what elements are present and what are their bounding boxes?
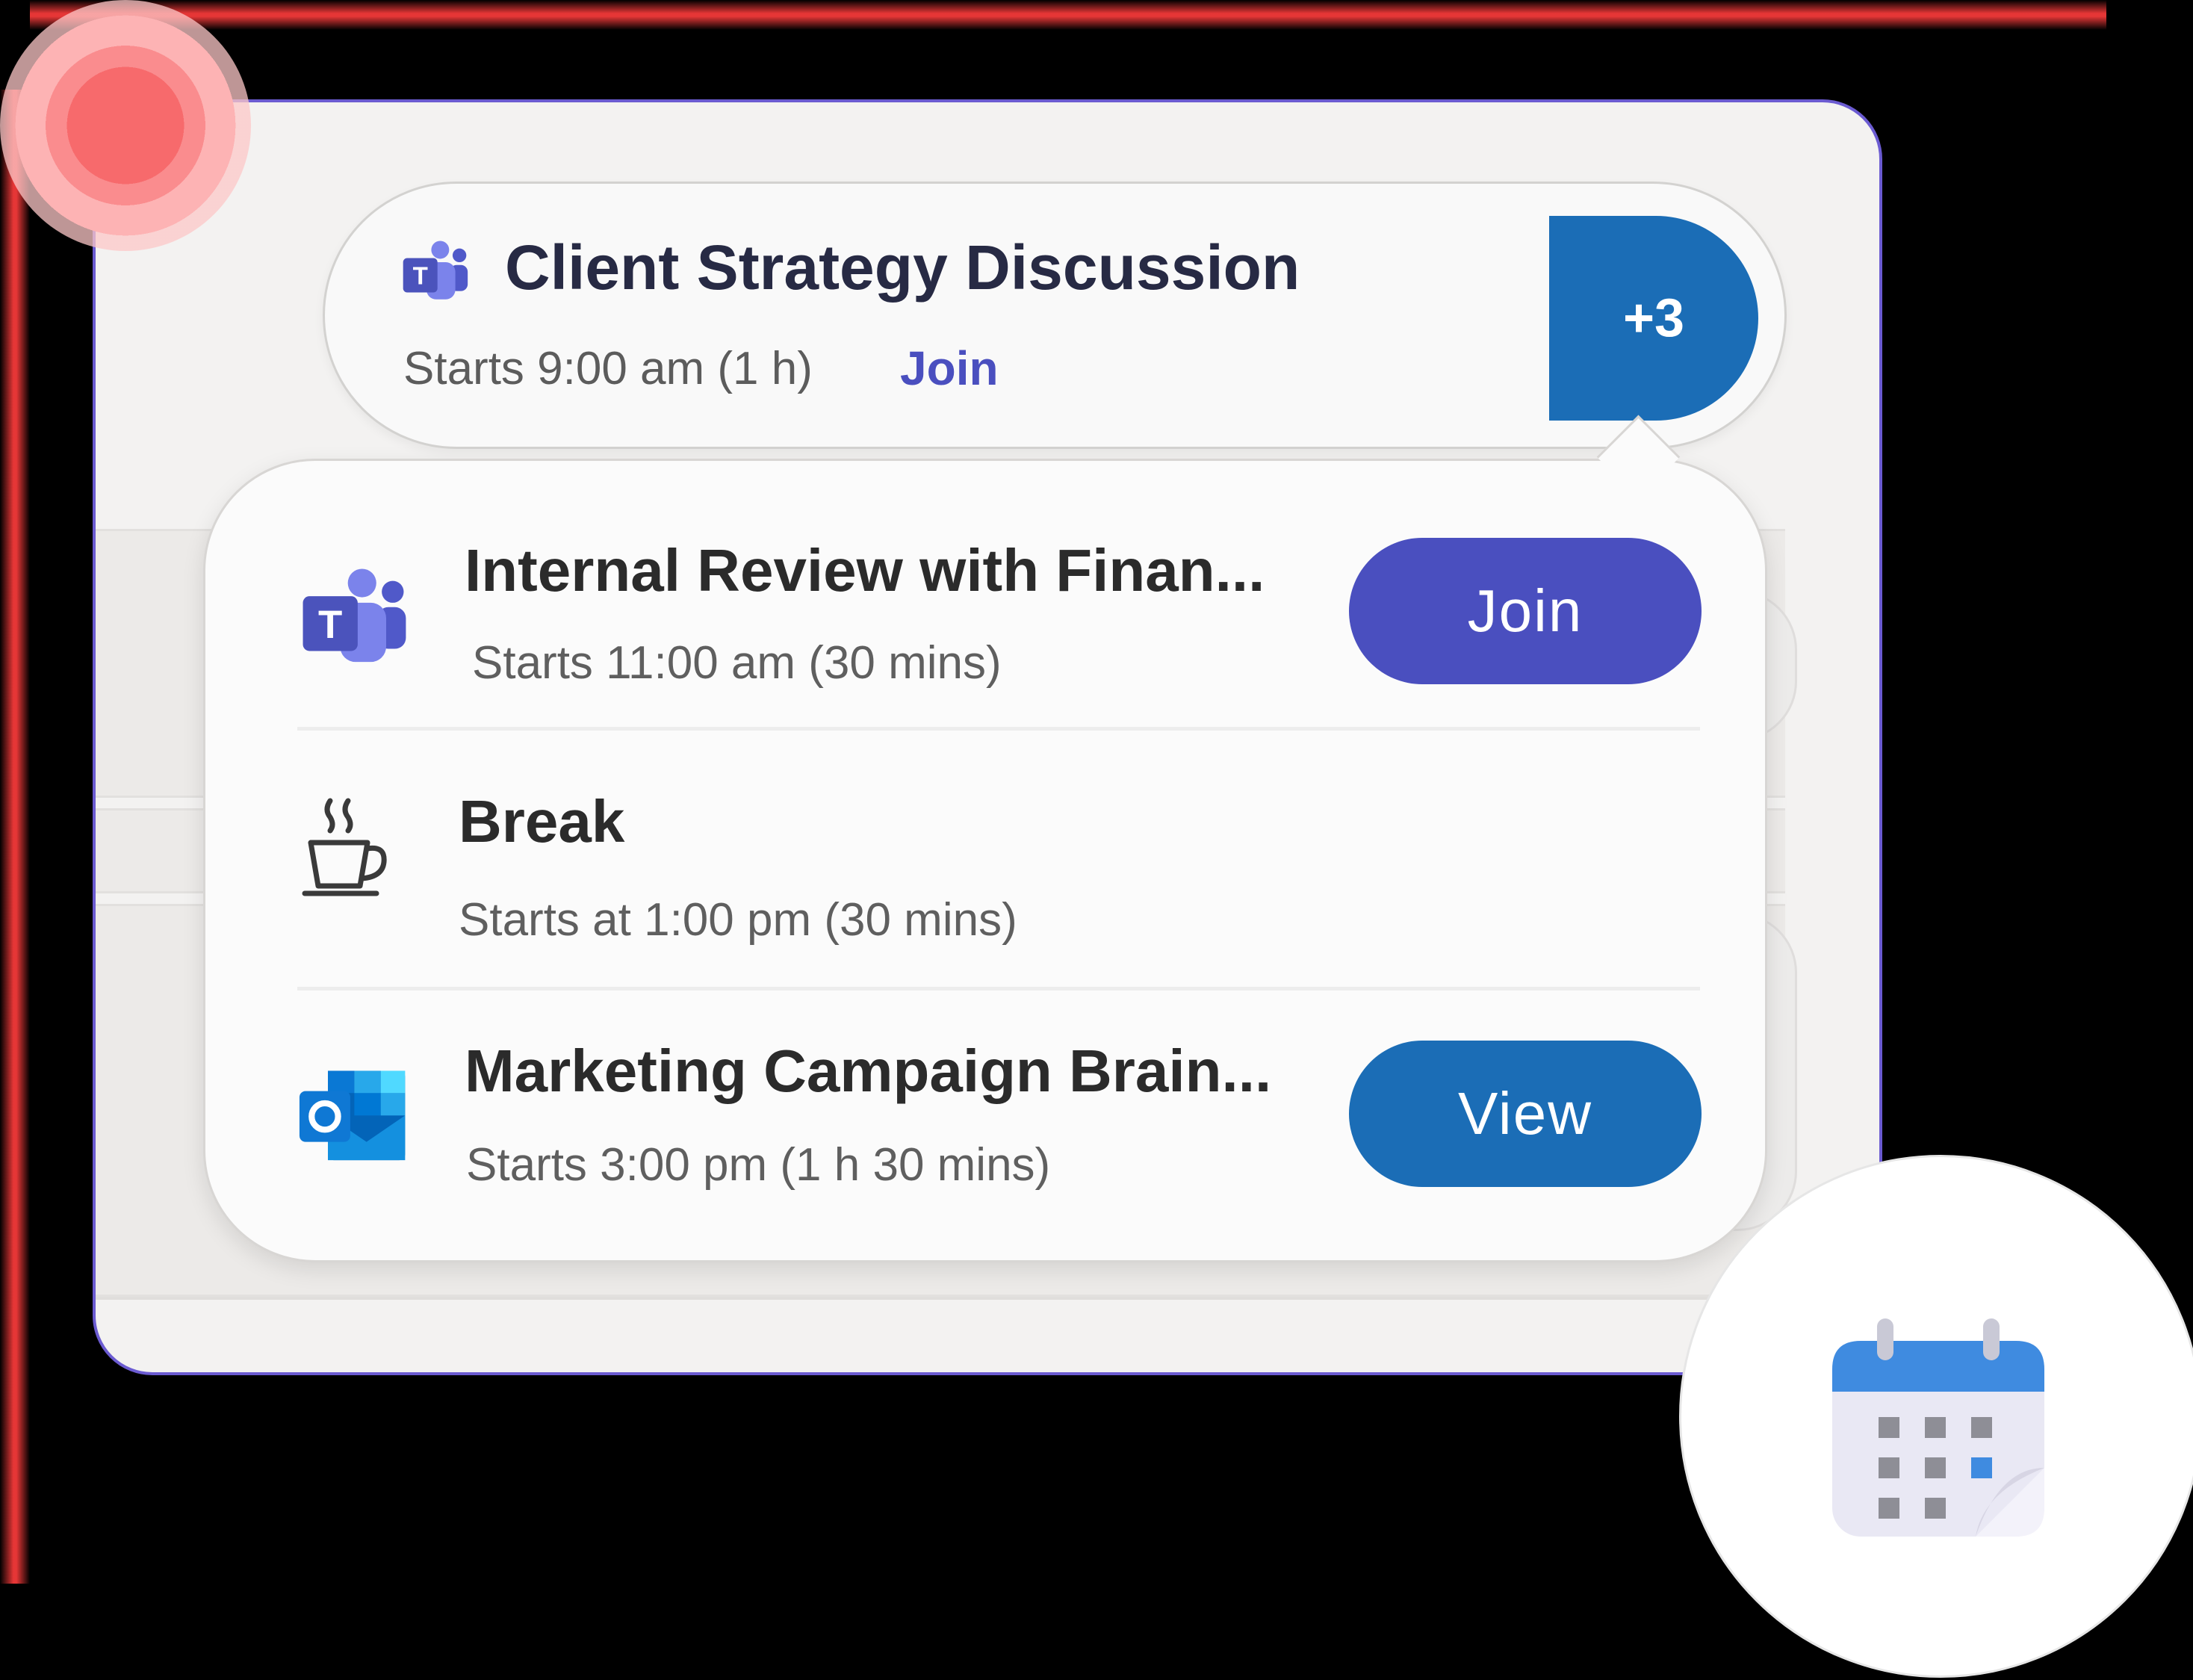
view-button[interactable]: View bbox=[1349, 1041, 1702, 1187]
divider bbox=[297, 727, 1700, 731]
event-time: Starts 3:00 pm (1 h 30 mins) bbox=[466, 1139, 1051, 1191]
outlook-icon bbox=[297, 1067, 409, 1172]
svg-text:T: T bbox=[413, 262, 428, 290]
event-time: Starts 11:00 am (30 mins) bbox=[472, 637, 1002, 689]
event-time: Starts 9:00 am (1 h) bbox=[403, 343, 813, 394]
event-title: Internal Review with Finan... bbox=[465, 537, 1265, 604]
svg-text:T: T bbox=[318, 603, 342, 647]
event-title: Break bbox=[459, 788, 625, 855]
coffee-cup-icon bbox=[302, 796, 391, 903]
join-link[interactable]: Join bbox=[900, 341, 999, 396]
calendar-badge[interactable] bbox=[1679, 1155, 2193, 1678]
decorative-top-line bbox=[30, 0, 2106, 30]
notification-dot bbox=[0, 0, 251, 251]
event-time: Starts at 1:00 pm (30 mins) bbox=[459, 894, 1017, 946]
calendar-icon bbox=[1828, 1311, 2052, 1546]
event-title: Marketing Campaign Brain... bbox=[465, 1038, 1272, 1104]
more-events-button[interactable]: +3 bbox=[1549, 216, 1758, 421]
teams-icon: T bbox=[297, 568, 409, 670]
divider bbox=[297, 987, 1700, 991]
background-divider bbox=[96, 1297, 1785, 1300]
decorative-left-line bbox=[0, 90, 30, 1584]
event-title: Client Strategy Discussion bbox=[505, 232, 1300, 303]
join-button[interactable]: Join bbox=[1349, 538, 1702, 684]
teams-icon: T bbox=[400, 239, 469, 307]
